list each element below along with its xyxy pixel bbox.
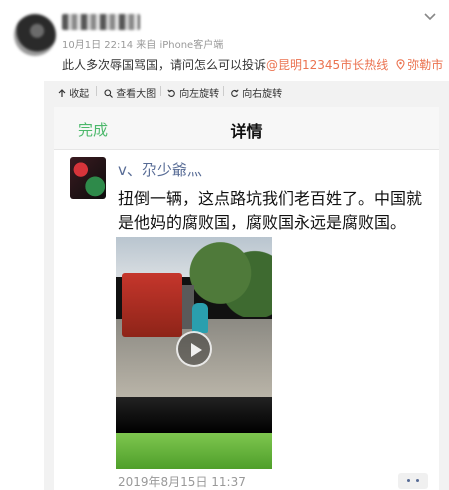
video-person xyxy=(192,303,208,333)
moment-text: 扭倒一辆，这点路坑我们老百姓了。中国就是他妈的腐败国，腐败国永远是腐败国。 xyxy=(118,189,423,232)
rotate-right-label: 向右旋转 xyxy=(242,89,283,100)
toolbar-divider xyxy=(223,86,224,96)
play-button xyxy=(176,331,212,367)
collapse-label: 收起 xyxy=(69,89,90,100)
post-text-body: 此人多次辱国骂国，请问怎么可以投诉 xyxy=(62,58,267,72)
more-dot xyxy=(407,479,410,482)
mention-link[interactable]: @昆明12345市长热线 xyxy=(266,58,388,72)
toolbar-divider xyxy=(160,86,161,96)
chevron-down-icon[interactable] xyxy=(423,10,437,24)
rotate-left-button[interactable]: 向左旋转 xyxy=(167,85,219,100)
rotate-right-icon xyxy=(231,89,239,97)
post-meta: 10月1日 22:14 来自 iPhone客户端 xyxy=(62,40,224,51)
search-icon xyxy=(104,89,113,98)
nav-title: 详情 xyxy=(230,122,263,141)
embedded-screenshot[interactable]: 完成 详情 ⅴ、尕少爺灬 扭倒一辆，这点路坑我们老百姓了。中国就是他妈的腐败国，… xyxy=(54,107,439,490)
post-header: 10月1日 22:14 来自 iPhone客户端 此人多次辱国骂国，请问怎么可以… xyxy=(0,0,449,82)
location-icon xyxy=(396,59,405,70)
video-truck xyxy=(122,273,182,337)
more-options-button xyxy=(398,473,428,489)
location-label: 弥勒市 xyxy=(407,58,444,72)
video-thumbnail xyxy=(116,237,272,469)
image-toolbar: 收起 查看大图 向左旋转 向右旋转 xyxy=(44,81,449,101)
video-grass xyxy=(116,433,272,469)
view-large-button[interactable]: 查看大图 xyxy=(104,85,156,100)
toolbar-divider xyxy=(96,86,97,96)
collapse-button[interactable]: 收起 xyxy=(58,85,89,100)
rotate-left-label: 向左旋转 xyxy=(179,89,220,100)
rotate-left-icon xyxy=(167,89,175,97)
play-icon xyxy=(191,343,202,357)
collapse-icon xyxy=(58,89,66,97)
more-dot xyxy=(416,479,419,482)
avatar[interactable] xyxy=(14,14,56,56)
location-link[interactable]: 弥勒市 xyxy=(396,58,443,72)
username-blurred[interactable] xyxy=(62,14,140,30)
post-text: 此人多次辱国骂国，请问怎么可以投诉@昆明12345市长热线 弥勒市 xyxy=(62,56,443,73)
video-dark-band xyxy=(116,397,272,433)
wechat-nav-bar: 完成 详情 xyxy=(54,107,439,150)
moment-timestamp: 2019年8月15日 11:37 xyxy=(118,475,246,489)
moment-avatar xyxy=(70,157,106,199)
rotate-right-button[interactable]: 向右旋转 xyxy=(230,85,282,100)
moment-username: ⅴ、尕少爺灬 xyxy=(118,161,202,179)
view-large-label: 查看大图 xyxy=(116,89,157,100)
